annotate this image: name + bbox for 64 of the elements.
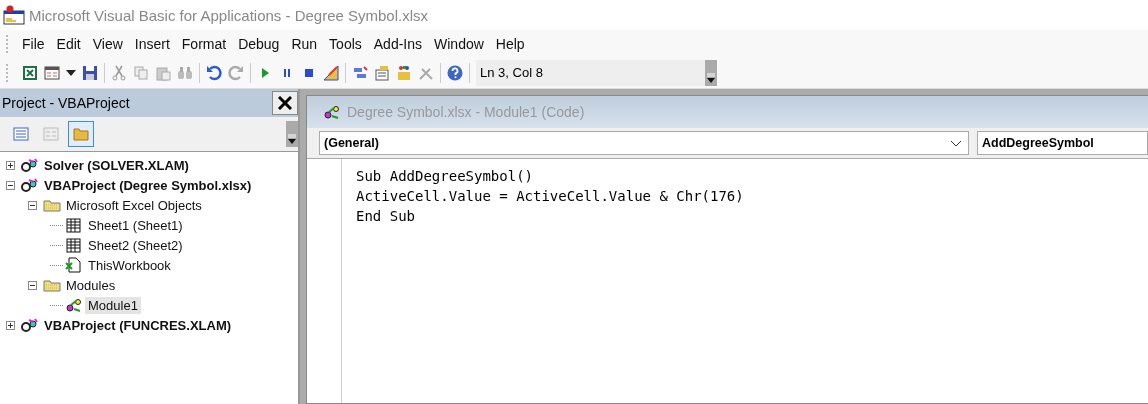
tree-item[interactable]: VBAProject (FUNCRES.XLAM) xyxy=(41,316,235,334)
form-icon[interactable] xyxy=(44,65,60,81)
project-explorer-icon[interactable] xyxy=(352,65,368,81)
excel-icon[interactable] xyxy=(22,65,38,81)
menu-item[interactable]: File xyxy=(16,36,51,52)
close-icon xyxy=(278,96,292,110)
undo-icon[interactable] xyxy=(206,65,222,81)
cut-icon[interactable] xyxy=(111,65,127,81)
folder-icon xyxy=(43,197,61,213)
tree-item[interactable]: Solver (SOLVER.XLAM) xyxy=(41,156,192,174)
code-line: ActiveCell.Value = ActiveCell.Value & Chr(176) xyxy=(356,187,745,206)
menu-item[interactable]: Debug xyxy=(232,36,286,52)
menu-item[interactable]: Tools xyxy=(323,36,368,52)
module-icon xyxy=(323,104,341,120)
tree-item[interactable]: Microsoft Excel Objects xyxy=(63,196,205,214)
expand-icon[interactable] xyxy=(6,160,15,170)
object-browser-icon[interactable] xyxy=(396,65,412,81)
folder-icon xyxy=(73,127,89,141)
code-line: End Sub xyxy=(356,207,416,226)
tree-item[interactable]: ThisWorkbook xyxy=(85,256,174,274)
sheet-icon xyxy=(65,237,83,253)
project-icon xyxy=(21,157,39,173)
menu-item[interactable]: Run xyxy=(285,36,324,52)
menu-item[interactable]: Insert xyxy=(128,36,176,52)
collapse-icon[interactable] xyxy=(28,200,37,210)
tree-item[interactable]: Module1 xyxy=(85,296,141,314)
view-toggle-button[interactable] xyxy=(68,121,94,147)
folder-icon xyxy=(43,277,61,293)
form-icon xyxy=(43,127,59,141)
procedure-dropdown[interactable]: AddDegreeSymbol xyxy=(977,131,1148,155)
menu-item[interactable]: Add-Ins xyxy=(367,36,429,52)
collapse-icon[interactable] xyxy=(28,280,37,290)
tree-item[interactable]: VBAProject (Degree Symbol.xlsx) xyxy=(41,176,255,194)
menu-item[interactable]: Edit xyxy=(50,36,87,52)
cursor-position: Ln 3, Col 8 xyxy=(476,60,705,86)
app-icon xyxy=(3,5,25,25)
menu-item[interactable]: Help xyxy=(489,36,531,52)
list-icon xyxy=(13,127,29,141)
window-title: Microsoft Visual Basic for Applications - Degree Symbol.xlsx xyxy=(29,6,429,24)
workbook-icon xyxy=(65,257,83,273)
menu-item[interactable]: Window xyxy=(428,36,490,52)
object-dropdown[interactable]: (General) xyxy=(319,131,969,155)
menu-item[interactable]: Format xyxy=(175,36,233,52)
tree-item[interactable]: Sheet2 (Sheet2) xyxy=(85,236,186,254)
panel-title: Project - VBAProject xyxy=(1,95,130,111)
menu-item[interactable]: View xyxy=(86,36,129,52)
dropdown-arrow-icon[interactable] xyxy=(66,70,76,76)
toolbar-overflow-icon[interactable] xyxy=(705,60,717,86)
chevron-down-icon xyxy=(950,139,962,147)
code-line: Sub AddDegreeSymbol() xyxy=(356,167,534,186)
design-mode-icon[interactable] xyxy=(323,65,339,81)
sheet-icon xyxy=(65,217,83,233)
toolbar-overflow-icon[interactable] xyxy=(286,121,298,147)
project-icon xyxy=(21,177,39,193)
project-icon xyxy=(21,317,39,333)
help-icon[interactable] xyxy=(447,65,463,81)
save-icon[interactable] xyxy=(82,65,98,81)
expand-icon[interactable] xyxy=(6,320,15,330)
close-button[interactable] xyxy=(272,91,298,115)
code-window-title: Degree Symbol.xlsx - Module1 (Code) xyxy=(347,104,585,120)
module-icon xyxy=(65,297,83,313)
tree-item[interactable]: Modules xyxy=(63,276,119,294)
collapse-icon[interactable] xyxy=(6,180,15,190)
tree-item[interactable]: Sheet1 (Sheet1) xyxy=(85,216,186,234)
